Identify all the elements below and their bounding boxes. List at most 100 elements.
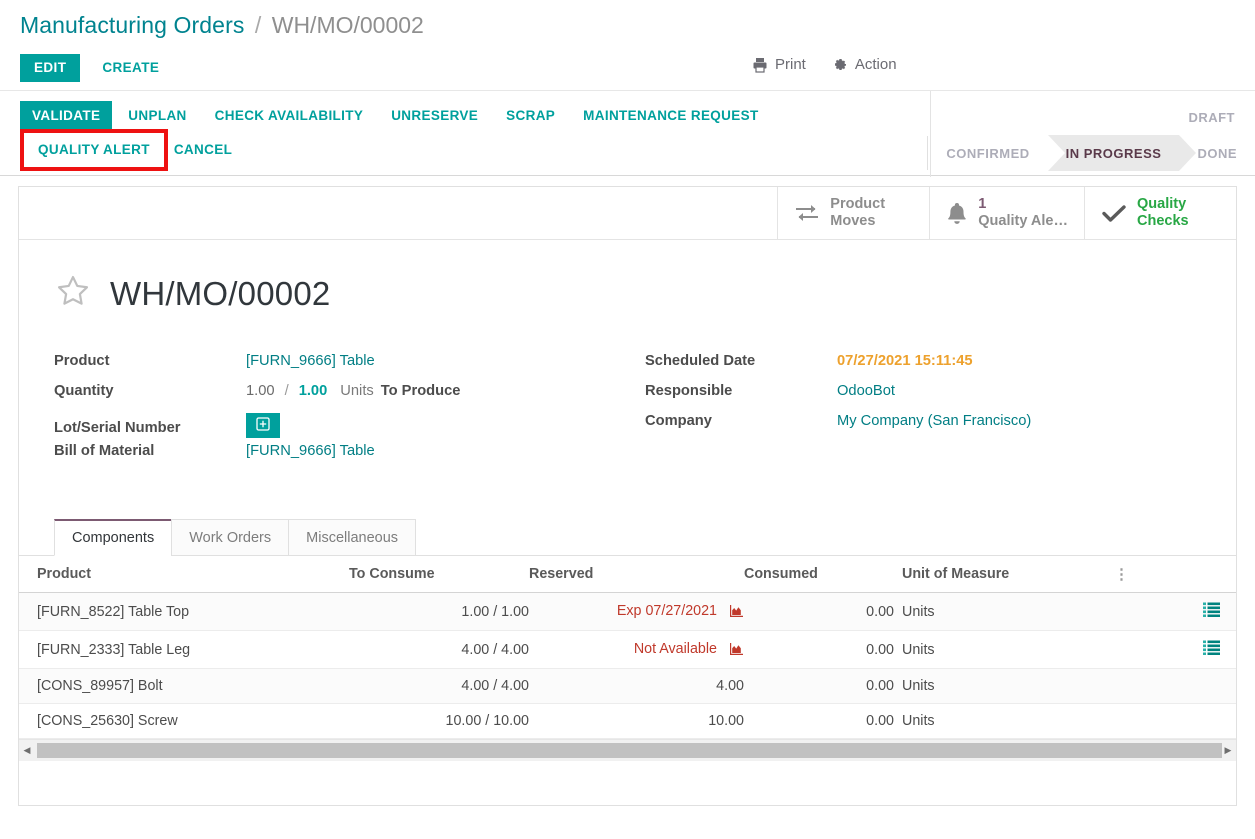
field-bom-value[interactable]: [FURN_9666] Table — [246, 443, 375, 459]
cell-detail — [1114, 630, 1236, 669]
cancel-button[interactable]: CANCEL — [162, 135, 244, 166]
validate-button[interactable]: VALIDATE — [20, 101, 113, 132]
field-responsible-value[interactable]: OdooBot — [837, 383, 895, 399]
notebook: Components Work Orders Miscellaneous Pro… — [19, 473, 1236, 761]
smart-qa-count: 1 — [978, 196, 987, 212]
quality-alert-wrapper: QUALITY ALERT — [20, 128, 168, 171]
scroll-right-arrow-icon[interactable]: ▶ — [1220, 745, 1236, 756]
cell-consumed: 0.00 — [744, 703, 894, 739]
stage-confirmed[interactable]: CONFIRMED — [928, 135, 1047, 171]
smart-pm-line2: Moves — [830, 213, 876, 229]
print-label: Print — [775, 56, 806, 73]
smart-pm-line1: Product — [830, 196, 886, 212]
breadcrumb-root-link[interactable]: Manufacturing Orders — [20, 12, 244, 38]
field-quantity-label: Quantity — [54, 383, 114, 399]
gear-icon — [832, 57, 848, 73]
cell-reserved: 4.00 — [529, 668, 744, 704]
col-options: ⋮ — [1114, 556, 1236, 593]
cell-consumed: 0.00 — [744, 592, 894, 631]
cell-detail — [1114, 668, 1236, 704]
col-reserved[interactable]: Reserved — [529, 556, 744, 593]
table-row[interactable]: [FURN_8522] Table Top 1.00 / 1.00 Exp 07… — [19, 592, 1236, 631]
print-menu[interactable]: Print — [752, 56, 806, 73]
field-lot-serial-label: Lot/Serial Number — [54, 420, 181, 436]
notebook-tabs: Components Work Orders Miscellaneous — [54, 519, 1236, 556]
field-scheduled-date-label: Scheduled Date — [645, 353, 756, 369]
table-row[interactable]: [CONS_89957] Bolt 4.00 / 4.00 4.00 0.00 … — [19, 668, 1236, 704]
cell-product: [CONS_89957] Bolt — [19, 668, 349, 704]
stage-in-progress[interactable]: IN PROGRESS — [1047, 135, 1197, 171]
smart-button-product-moves-label: Product Moves — [830, 196, 885, 230]
action-menu[interactable]: Action — [832, 56, 897, 73]
cell-product: [FURN_8522] Table Top — [19, 592, 349, 631]
scroll-left-arrow-icon[interactable]: ◀ — [19, 745, 35, 756]
components-table-wrapper: Product To Consume Reserved Consumed Uni… — [19, 555, 1236, 761]
cell-to-consume: 4.00 / 4.00 — [349, 630, 529, 669]
favorite-star-icon[interactable] — [54, 272, 92, 315]
stage-done[interactable]: DONE — [1179, 135, 1255, 171]
plus-square-icon — [255, 416, 271, 435]
field-column-left: Product [FURN_9666] Table Quantity 1.00 /… — [54, 353, 645, 473]
forecast-report-icon[interactable] — [729, 604, 744, 621]
stage-draft[interactable]: DRAFT — [931, 99, 1255, 135]
cell-uom: Units — [894, 592, 1114, 631]
smart-button-quality-alerts-label: 1 Quality Ale… — [978, 196, 1068, 230]
check-availability-button[interactable]: CHECK AVAILABILITY — [203, 101, 376, 132]
field-responsible-label: Responsible — [645, 383, 733, 399]
cell-to-consume: 1.00 / 1.00 — [349, 592, 529, 631]
edit-button[interactable]: EDIT — [20, 53, 81, 83]
tab-miscellaneous[interactable]: Miscellaneous — [288, 519, 417, 556]
action-button-group: VALIDATE UNPLAN CHECK AVAILABILITY UNRES… — [0, 91, 930, 171]
breadcrumb-separator: / — [254, 12, 262, 38]
column-options-icon[interactable]: ⋮ — [1114, 566, 1129, 583]
field-lot-serial: Lot/Serial Number — [54, 413, 645, 443]
cell-reserved-text: Not Available — [633, 640, 718, 657]
table-row[interactable]: [CONS_25630] Screw 10.00 / 10.00 10.00 0… — [19, 703, 1236, 739]
smart-button-quality-checks[interactable]: Quality Checks — [1084, 187, 1236, 239]
tab-work-orders[interactable]: Work Orders — [171, 519, 290, 556]
create-button[interactable]: CREATE — [90, 54, 171, 83]
sheet-container: Product Moves 1 Quality Ale… Quality Che… — [0, 176, 1255, 806]
field-product-value[interactable]: [FURN_9666] Table — [246, 353, 375, 369]
cell-reserved: Exp 07/27/2021 — [529, 592, 744, 631]
cell-uom: Units — [894, 630, 1114, 669]
field-company-value[interactable]: My Company (San Francisco) — [837, 413, 1031, 429]
col-product[interactable]: Product — [19, 556, 349, 593]
field-area: Product [FURN_9666] Table Quantity 1.00 /… — [19, 315, 1236, 473]
maintenance-request-button[interactable]: MAINTENANCE REQUEST — [571, 101, 770, 132]
col-unit-of-measure[interactable]: Unit of Measure — [894, 556, 1114, 593]
scrap-button[interactable]: SCRAP — [494, 101, 567, 132]
field-responsible: Responsible OdooBot — [645, 383, 1236, 413]
smart-button-quality-alerts[interactable]: 1 Quality Ale… — [929, 187, 1084, 239]
scrollbar-track[interactable] — [35, 743, 1222, 758]
col-consumed[interactable]: Consumed — [744, 556, 894, 593]
generate-lot-serial-button[interactable] — [246, 413, 280, 438]
table-row[interactable]: [FURN_2333] Table Leg 4.00 / 4.00 Not Av… — [19, 630, 1236, 669]
cell-detail — [1114, 703, 1236, 739]
field-product: Product [FURN_9666] Table — [54, 353, 645, 383]
smart-button-product-moves[interactable]: Product Moves — [777, 187, 929, 239]
quantity-uom: Units — [340, 383, 374, 399]
cell-consumed: 0.00 — [744, 668, 894, 704]
col-to-consume[interactable]: To Consume — [349, 556, 529, 593]
unreserve-button[interactable]: UNRESERVE — [379, 101, 490, 132]
quantity-to-produce: 1.00 — [298, 383, 328, 399]
statusbar-second-row: CONFIRMED IN PROGRESS DONE — [927, 135, 1255, 171]
detailed-operations-icon[interactable] — [1203, 640, 1220, 659]
forecast-report-icon[interactable] — [729, 642, 744, 659]
tab-components[interactable]: Components — [54, 519, 173, 556]
toolbar-right-actions: Print Action — [752, 56, 897, 73]
cell-to-consume: 10.00 / 10.00 — [349, 703, 529, 739]
field-bom-label: Bill of Material — [54, 443, 155, 459]
cell-uom: Units — [894, 703, 1114, 739]
unplan-button[interactable]: UNPLAN — [116, 101, 198, 132]
check-icon — [1101, 202, 1127, 224]
horizontal-scrollbar[interactable]: ◀ ▶ — [19, 739, 1236, 761]
quality-alert-button[interactable]: QUALITY ALERT — [26, 135, 162, 166]
scrollbar-thumb[interactable] — [37, 743, 1222, 758]
form-sheet: Product Moves 1 Quality Ale… Quality Che… — [18, 186, 1237, 806]
detailed-operations-icon[interactable] — [1203, 602, 1220, 621]
field-column-right: Scheduled Date 07/27/2021 15:11:45 Respo… — [645, 353, 1236, 473]
quantity-done: 1.00 — [246, 383, 275, 399]
smart-qa-line2: Quality Ale… — [978, 213, 1068, 229]
